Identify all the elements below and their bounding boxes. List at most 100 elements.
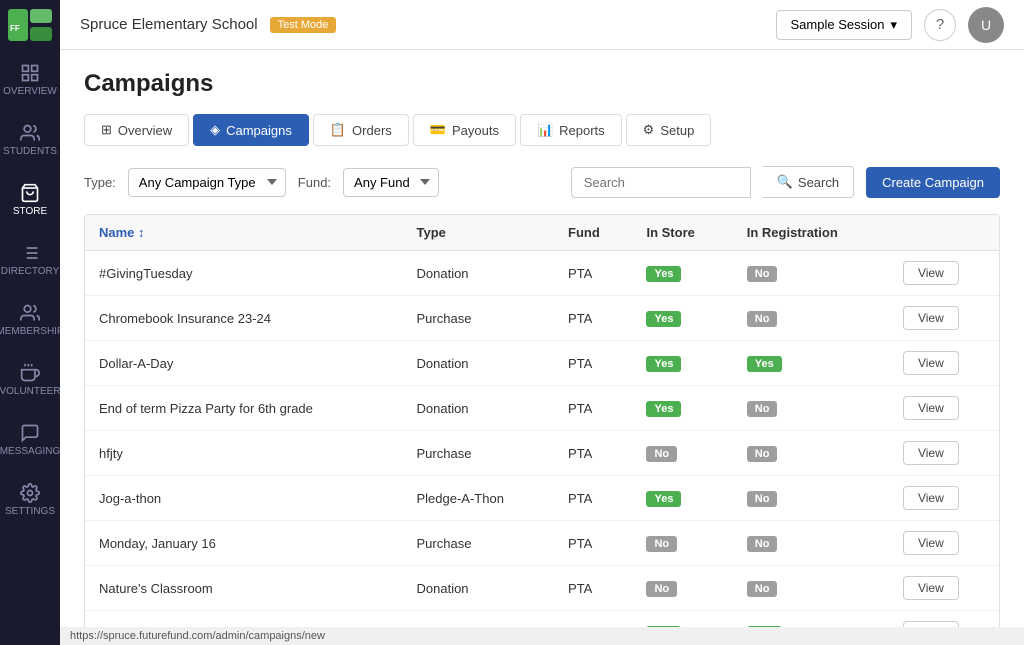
fund-filter[interactable]: Any Fund (343, 168, 439, 197)
cell-in-store: Yes (632, 386, 732, 431)
tab-campaigns-label: Campaigns (226, 123, 292, 138)
sidebar: FF OVERVIEW STUDENTS STORE DIRECTORY MEM… (0, 0, 60, 645)
sidebar-item-directory[interactable]: DIRECTORY (0, 230, 60, 290)
avatar-initials: U (981, 17, 991, 33)
table-body: #GivingTuesday Donation PTA Yes No View … (85, 251, 999, 645)
cell-action: View (889, 341, 999, 386)
sidebar-item-store-label: STORE (13, 206, 47, 217)
cell-name: Chromebook Insurance 23-24 (85, 296, 403, 341)
cell-name: Jog-a-thon (85, 476, 403, 521)
sidebar-item-messaging-label: MESSAGING (0, 446, 60, 457)
cell-in-store: Yes (632, 476, 732, 521)
avatar[interactable]: U (968, 7, 1004, 43)
status-bar: https://spruce.futurefund.com/admin/camp… (60, 627, 1024, 645)
cell-action: View (889, 566, 999, 611)
col-in-store: In Store (632, 215, 732, 251)
view-button[interactable]: View (903, 441, 959, 465)
overview-tab-icon: ⊞ (101, 122, 112, 138)
page-content: Campaigns ⊞ Overview ◈ Campaigns 📋 Order… (60, 50, 1024, 645)
sort-icon: ↕ (138, 225, 145, 240)
table-row: Chromebook Insurance 23-24 Purchase PTA … (85, 296, 999, 341)
logo[interactable]: FF (0, 0, 60, 50)
sidebar-item-store[interactable]: STORE (0, 170, 60, 230)
col-fund: Fund (554, 215, 632, 251)
sidebar-item-messaging[interactable]: MESSAGING (0, 410, 60, 470)
tab-setup[interactable]: ⚙ Setup (626, 114, 712, 146)
cell-in-store: No (632, 431, 732, 476)
view-button[interactable]: View (903, 531, 959, 555)
sidebar-item-settings-label: SETTINGS (5, 506, 55, 517)
tab-reports[interactable]: 📊 Reports (520, 114, 622, 146)
cell-fund: PTA (554, 296, 632, 341)
cell-name: Nature's Classroom (85, 566, 403, 611)
tab-reports-label: Reports (559, 123, 605, 138)
tab-setup-label: Setup (660, 123, 694, 138)
cell-action: View (889, 251, 999, 296)
cell-type: Donation (403, 386, 555, 431)
page-title: Campaigns (84, 70, 1000, 98)
col-name[interactable]: Name ↕ (85, 215, 403, 251)
tab-overview[interactable]: ⊞ Overview (84, 114, 189, 146)
sidebar-item-students-label: STUDENTS (3, 146, 57, 157)
table: Name ↕ Type Fund In Store In Registratio… (85, 215, 999, 645)
orders-tab-icon: 📋 (330, 122, 346, 138)
sidebar-item-overview[interactable]: OVERVIEW (0, 50, 60, 110)
view-button[interactable]: View (903, 351, 959, 375)
view-button[interactable]: View (903, 576, 959, 600)
header-left: Spruce Elementary School Test Mode (80, 16, 336, 33)
tab-payouts[interactable]: 💳 Payouts (413, 114, 516, 146)
setup-tab-icon: ⚙ (643, 122, 655, 138)
search-button[interactable]: 🔍 Search (763, 166, 854, 198)
cell-type: Donation (403, 566, 555, 611)
sidebar-item-membership[interactable]: MEMBERSHIP (0, 290, 60, 350)
cell-name: hfjty (85, 431, 403, 476)
status-url: https://spruce.futurefund.com/admin/camp… (70, 630, 325, 642)
tab-orders[interactable]: 📋 Orders (313, 114, 409, 146)
cell-name: #GivingTuesday (85, 251, 403, 296)
view-button[interactable]: View (903, 306, 959, 330)
payouts-tab-icon: 💳 (430, 122, 446, 138)
campaigns-tab-icon: ◈ (210, 122, 220, 138)
header-right: Sample Session ▾ ? U (776, 7, 1004, 43)
tab-campaigns[interactable]: ◈ Campaigns (193, 114, 309, 146)
view-button[interactable]: View (903, 261, 959, 285)
cell-in-store: Yes (632, 251, 732, 296)
help-button[interactable]: ? (924, 9, 956, 41)
school-name: Spruce Elementary School (80, 16, 258, 33)
type-filter-label: Type: (84, 175, 116, 190)
cell-in-registration: No (733, 431, 889, 476)
campaign-type-filter[interactable]: Any Campaign Type (128, 168, 286, 197)
cell-action: View (889, 521, 999, 566)
cell-fund: PTA (554, 431, 632, 476)
chevron-down-icon: ▾ (890, 17, 897, 33)
sidebar-item-students[interactable]: STUDENTS (0, 110, 60, 170)
fund-filter-label: Fund: (298, 175, 331, 190)
create-campaign-button[interactable]: Create Campaign (866, 167, 1000, 198)
session-label: Sample Session (791, 17, 885, 32)
table-row: #GivingTuesday Donation PTA Yes No View (85, 251, 999, 296)
cell-type: Pledge-A-Thon (403, 476, 555, 521)
sidebar-item-settings[interactable]: SETTINGS (0, 470, 60, 530)
sidebar-item-directory-label: DIRECTORY (1, 266, 60, 277)
cell-fund: PTA (554, 476, 632, 521)
search-icon: 🔍 (777, 174, 793, 190)
cell-action: View (889, 431, 999, 476)
cell-type: Donation (403, 341, 555, 386)
table-row: End of term Pizza Party for 6th grade Do… (85, 386, 999, 431)
tab-orders-label: Orders (352, 123, 392, 138)
view-button[interactable]: View (903, 396, 959, 420)
cell-type: Purchase (403, 296, 555, 341)
table-row: Jog-a-thon Pledge-A-Thon PTA Yes No View (85, 476, 999, 521)
search-btn-label: Search (798, 175, 839, 190)
cell-action: View (889, 296, 999, 341)
table-header: Name ↕ Type Fund In Store In Registratio… (85, 215, 999, 251)
cell-fund: PTA (554, 251, 632, 296)
cell-fund: PTA (554, 521, 632, 566)
cell-in-store: Yes (632, 296, 732, 341)
test-mode-badge: Test Mode (270, 17, 337, 33)
session-button[interactable]: Sample Session ▾ (776, 10, 912, 40)
sidebar-item-volunteer[interactable]: VOLUNTEER (0, 350, 60, 410)
cell-in-store: No (632, 521, 732, 566)
view-button[interactable]: View (903, 486, 959, 510)
search-input[interactable] (571, 167, 751, 198)
